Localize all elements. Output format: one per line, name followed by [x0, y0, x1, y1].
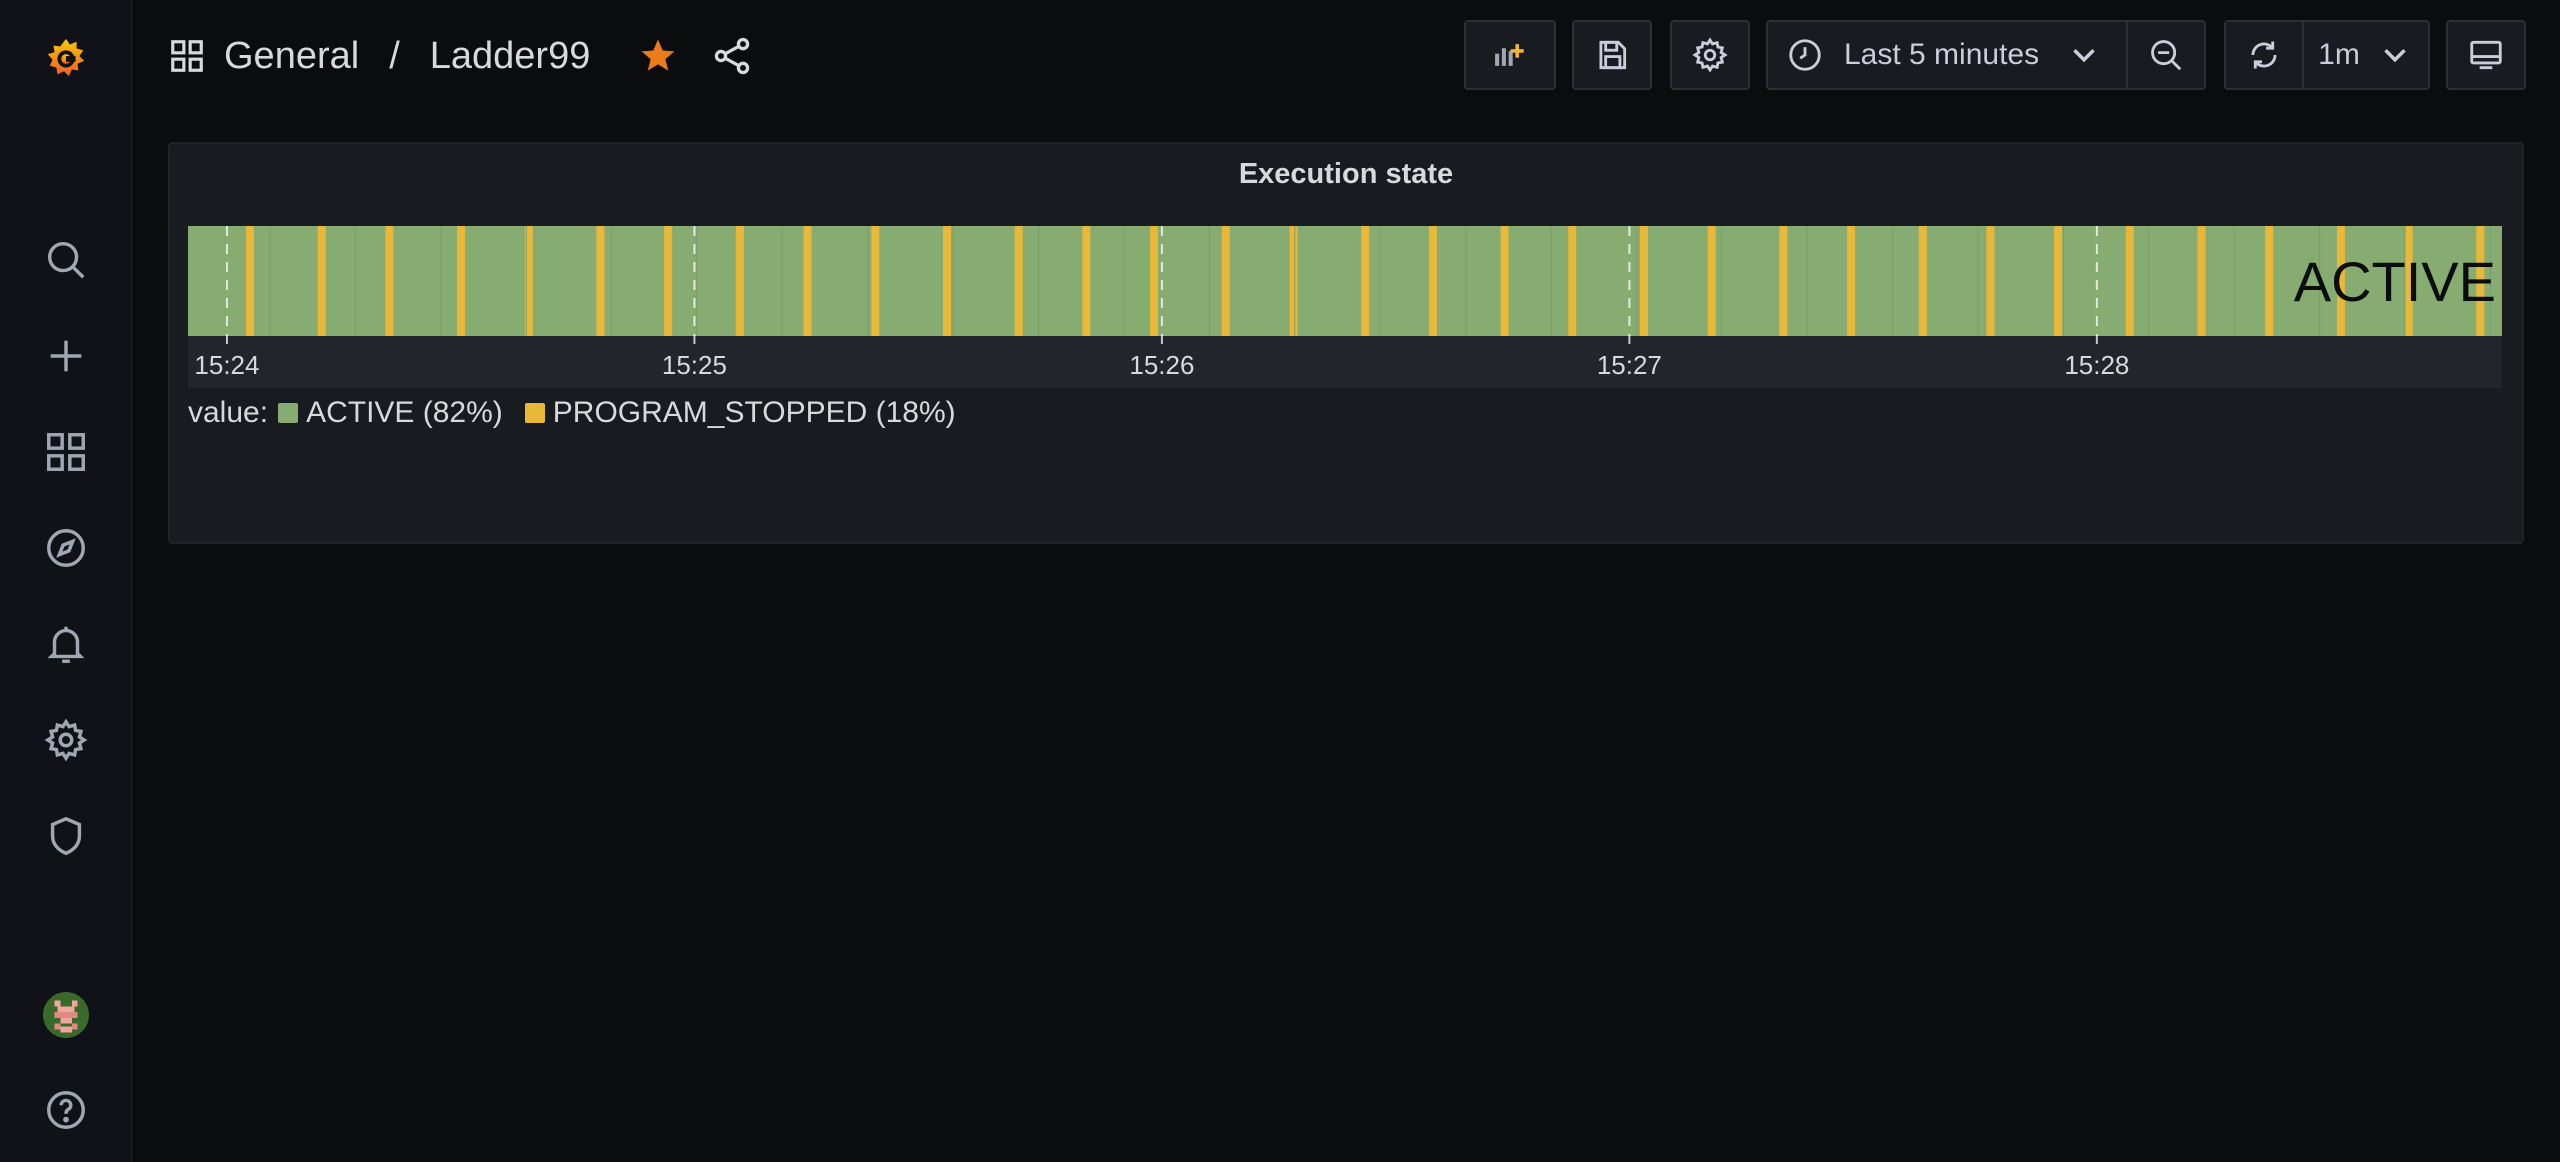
- state-segment-program-stopped: [803, 226, 812, 336]
- add-panel-icon: [1491, 36, 1529, 74]
- save-dashboard-button[interactable]: [1572, 20, 1652, 90]
- monitor-icon: [2467, 36, 2505, 74]
- chevron-down-icon: [2376, 36, 2414, 74]
- help-icon[interactable]: [36, 1080, 96, 1140]
- refresh-button[interactable]: [2224, 20, 2304, 90]
- state-segment-program-stopped: [1082, 226, 1091, 336]
- add-panel-button[interactable]: [1464, 20, 1556, 90]
- shield-icon[interactable]: [36, 806, 96, 866]
- state-segment-program-stopped: [1986, 226, 1995, 336]
- state-segment-program-stopped: [2125, 226, 2134, 336]
- state-segment-program-stopped: [942, 226, 951, 336]
- state-segment-program-stopped: [1289, 226, 1298, 336]
- dashboard-settings-button[interactable]: [1670, 20, 1750, 90]
- state-segment-program-stopped: [2265, 226, 2274, 336]
- current-state-label: ACTIVE: [2294, 250, 2496, 313]
- state-segment-program-stopped: [457, 226, 466, 336]
- search-icon[interactable]: [36, 230, 96, 290]
- save-icon: [1593, 36, 1631, 74]
- state-segment-program-stopped: [1707, 226, 1716, 336]
- state-segment-program-stopped: [2054, 226, 2063, 336]
- sidebar: [0, 0, 132, 1162]
- state-segment-program-stopped: [1150, 226, 1159, 336]
- breadcrumb-folder[interactable]: General: [224, 35, 359, 78]
- grafana-logo-icon[interactable]: [36, 28, 96, 88]
- x-tick-label: 15:28: [2064, 350, 2129, 380]
- state-segment-program-stopped: [596, 226, 605, 336]
- legend-item-label: PROGRAM_STOPPED (18%): [552, 396, 956, 429]
- gear-icon[interactable]: [36, 710, 96, 770]
- panel-title[interactable]: Execution state: [170, 158, 2522, 191]
- state-segment-program-stopped: [1568, 226, 1577, 336]
- x-tick-label: 15:24: [194, 350, 259, 380]
- explore-compass-icon[interactable]: [36, 518, 96, 578]
- state-segment-program-stopped: [1428, 226, 1437, 336]
- state-segment-program-stopped: [317, 226, 326, 336]
- bell-icon[interactable]: [36, 614, 96, 674]
- legend: value: ACTIVE (82%) PROGRAM_STOPPED (18%…: [188, 396, 978, 430]
- state-segment-program-stopped: [1847, 226, 1856, 336]
- axis-background: [188, 336, 2502, 388]
- refresh-interval-label: 1m: [2318, 38, 2360, 71]
- state-segment-program-stopped: [1221, 226, 1230, 336]
- state-segment-program-stopped: [664, 226, 673, 336]
- refresh-icon: [2245, 36, 2283, 74]
- zoom-out-button[interactable]: [2126, 20, 2206, 90]
- state-segment-program-stopped: [1014, 226, 1023, 336]
- x-tick-label: 15:27: [1597, 350, 1662, 380]
- clock-icon: [1786, 36, 1824, 74]
- tv-mode-button[interactable]: [2446, 20, 2526, 90]
- state-segment-program-stopped: [1361, 226, 1370, 336]
- dashboards-grid-icon: [168, 37, 206, 75]
- legend-item-label: ACTIVE (82%): [306, 396, 503, 429]
- state-timeline-panel: Execution state 15:24 15:25 15:26 15:27 15:2…: [168, 142, 2524, 544]
- state-segment-program-stopped: [735, 226, 744, 336]
- time-range-picker[interactable]: Last 5 minutes: [1766, 20, 2128, 90]
- x-tick-label: 15:25: [662, 350, 727, 380]
- zoom-out-icon: [2147, 36, 2185, 74]
- legend-item-program-stopped[interactable]: PROGRAM_STOPPED (18%): [524, 396, 956, 430]
- share-icon[interactable]: [710, 34, 754, 78]
- state-timeline-chart[interactable]: 15:24 15:25 15:26 15:27 15:28 ACTIVE: [188, 226, 2502, 388]
- legend-swatch-stopped: [524, 403, 545, 423]
- state-segment-program-stopped: [2197, 226, 2206, 336]
- star-icon[interactable]: [636, 34, 680, 78]
- plus-icon[interactable]: [36, 326, 96, 386]
- state-segment-program-stopped: [1779, 226, 1788, 336]
- state-segment-program-stopped: [1639, 226, 1648, 336]
- state-segment-program-stopped: [246, 226, 254, 336]
- top-navbar: General / Ladder99 Last 5 minutes 1m: [132, 0, 2560, 110]
- time-range-label: Last 5 minutes: [1844, 38, 2040, 71]
- refresh-interval-picker[interactable]: 1m: [2302, 20, 2430, 90]
- dashboards-icon[interactable]: [36, 422, 96, 482]
- legend-label: value:: [188, 396, 269, 429]
- legend-item-active[interactable]: ACTIVE (82%): [278, 396, 503, 430]
- state-segment-program-stopped: [1500, 226, 1509, 336]
- breadcrumb: General / Ladder99: [168, 28, 590, 84]
- gear-icon: [1691, 36, 1729, 74]
- breadcrumb-dashboard[interactable]: Ladder99: [430, 35, 591, 78]
- chevron-down-icon: [2065, 36, 2103, 74]
- breadcrumb-separator: /: [389, 34, 400, 77]
- x-tick-label: 15:26: [1129, 350, 1194, 380]
- state-segment-program-stopped: [385, 226, 394, 336]
- state-segment-program-stopped: [871, 226, 880, 336]
- avatar[interactable]: [36, 985, 96, 1045]
- state-segment-active: [188, 226, 2502, 336]
- state-segment-program-stopped: [1918, 226, 1927, 336]
- legend-swatch-active: [278, 403, 299, 423]
